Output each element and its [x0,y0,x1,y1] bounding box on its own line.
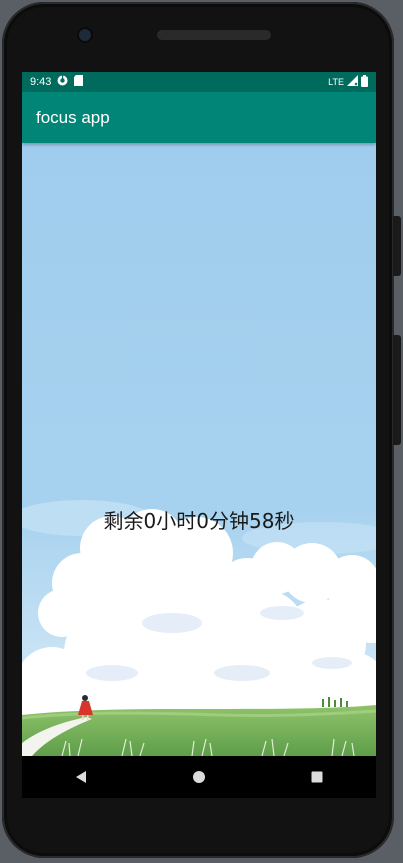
app-bar: focus app [22,92,376,143]
app-title: focus app [36,107,110,127]
front-camera [79,29,91,41]
recents-button[interactable] [297,757,337,797]
screen: 9:43 LTE focus app 剩余0小时0分钟58秒 [22,72,376,756]
signal-icon [347,75,358,89]
home-button[interactable] [179,757,219,797]
sd-card-icon [74,75,84,89]
status-time: 9:43 [30,76,52,88]
navigation-bar [22,756,376,798]
notification-icon [57,75,68,89]
countdown-text: 剩余0小时0分钟58秒 [103,509,295,533]
status-bar: 9:43 LTE [22,72,376,92]
earpiece-speaker [157,30,271,40]
phone-frame: 9:43 LTE focus app 剩余0小时0分钟58秒 [0,0,403,863]
power-button [393,216,401,276]
battery-icon [361,74,368,90]
triangle-back-icon [76,771,86,783]
status-right: LTE [328,74,368,90]
network-type: LTE [328,77,344,87]
square-recents-icon [311,771,323,783]
back-button[interactable] [61,757,101,797]
main-content: 剩余0小时0分钟58秒 [22,143,376,756]
volume-button [393,335,401,445]
background-illustration [22,143,376,756]
circle-home-icon [193,771,205,783]
